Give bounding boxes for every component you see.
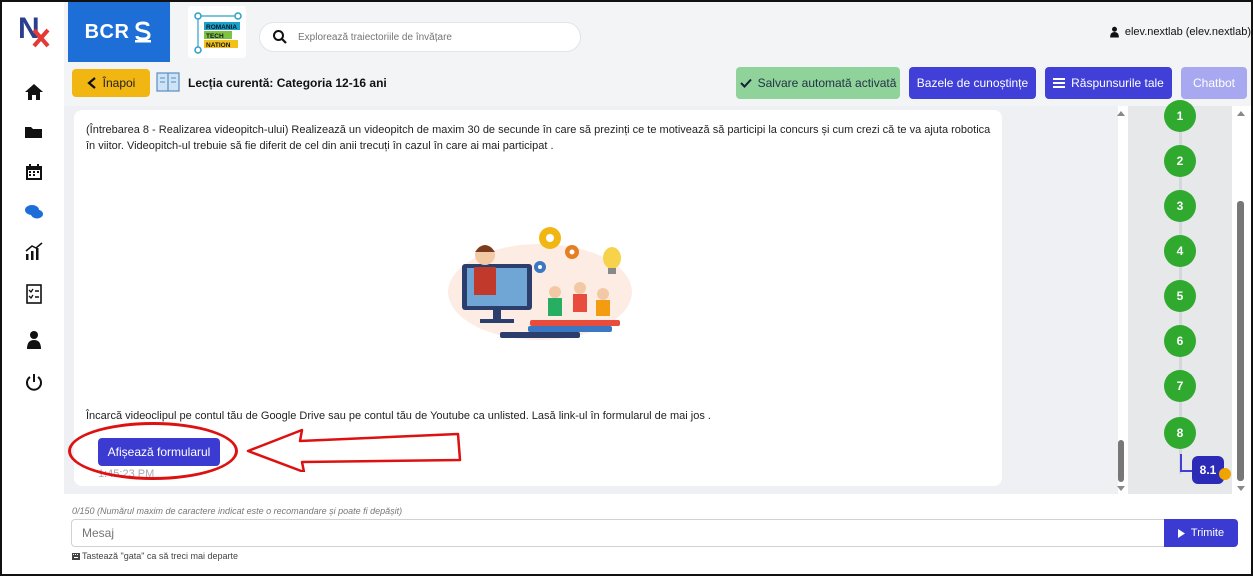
svg-text:N: N [18, 12, 40, 45]
message-input[interactable] [71, 519, 1164, 547]
user-avatar-icon [1109, 26, 1119, 38]
search-input[interactable] [298, 31, 568, 43]
open-book-icon [156, 72, 180, 92]
page-scroll-down-icon[interactable] [1234, 484, 1248, 494]
step-6[interactable]: 6 [1164, 325, 1196, 357]
question-text: (Întrebarea 8 - Realizarea videopitch-ul… [86, 124, 991, 152]
user-icon[interactable] [22, 328, 46, 352]
lesson-title: Lecția curentă: Categoria 12-16 ani [188, 76, 387, 90]
send-button[interactable]: Trimite [1164, 519, 1238, 547]
nextlab-logo[interactable]: N [16, 8, 50, 48]
keyboard-tip-text: Tastează "gata" ca să treci mai departe [82, 551, 238, 561]
scroll-down-icon[interactable] [1114, 484, 1128, 494]
character-hint: 0/150 (Numărul maxim de caractere indica… [72, 506, 403, 516]
your-answers-label: Răspunsurile tale [1071, 76, 1164, 90]
rtn-line-3: NATION [206, 42, 231, 49]
lesson-toolbar: Înapoi Lecția curentă: Categoria 12-16 a… [64, 62, 1251, 106]
knowledge-base-button[interactable]: Bazele de cunoștințe [909, 67, 1036, 99]
step-3[interactable]: 3 [1164, 190, 1196, 222]
step-8[interactable]: 8 [1164, 417, 1196, 449]
back-label: Înapoi [102, 76, 136, 90]
learning-illustration [448, 227, 632, 340]
keyboard-tip: Tastează "gata" ca să treci mai departe [72, 551, 238, 561]
step-5[interactable]: 5 [1164, 280, 1196, 312]
user-label: elev.nextlab (elev.nextlab) [1124, 26, 1251, 38]
keyboard-icon [72, 552, 80, 560]
knowledge-base-label: Bazele de cunoștințe [916, 76, 1029, 90]
scroll-up-icon[interactable] [1114, 108, 1128, 118]
annotation-circle [68, 422, 238, 480]
user-menu[interactable]: elev.nextlab (elev.nextlab) [1109, 26, 1251, 38]
search-box[interactable] [259, 22, 581, 52]
list-icon [1053, 78, 1066, 88]
play-icon [1177, 528, 1185, 538]
brand-label: BCR [84, 20, 130, 43]
bcr-s-icon [135, 21, 152, 43]
folder-icon[interactable] [22, 120, 46, 144]
sidebar: N [2, 2, 64, 574]
step-2[interactable]: 2 [1164, 145, 1196, 177]
page-scrollbar-thumb[interactable] [1237, 201, 1244, 481]
your-answers-button[interactable]: Răspunsurile tale [1045, 67, 1172, 99]
bcr-logo[interactable]: BCR [68, 2, 170, 62]
stats-icon[interactable] [22, 240, 46, 264]
chevron-left-icon [86, 77, 96, 89]
annotation-arrow [246, 428, 462, 472]
step-4[interactable]: 4 [1164, 235, 1196, 267]
back-button[interactable]: Înapoi [72, 69, 150, 97]
romania-tech-nation-logo[interactable]: ROMANIA TECH NATION [188, 6, 246, 58]
chatbot-label: Chatbot [1192, 76, 1236, 90]
checklist-icon[interactable] [22, 282, 46, 306]
home-icon[interactable] [22, 80, 46, 104]
search-icon [273, 30, 287, 44]
top-bar: BCR ROMANIA TECH NATION elev.nextlab (el… [64, 2, 1251, 62]
autosave-button[interactable]: Salvare automată activată [736, 67, 900, 99]
send-label: Trimite [1190, 527, 1225, 539]
page-scrollbar[interactable] [1234, 106, 1248, 496]
rtn-line-1: ROMANIA [206, 24, 237, 31]
progress-rail: 1 2 3 4 5 6 7 8 8.1 [1128, 100, 1232, 494]
power-icon[interactable] [22, 370, 46, 394]
rtn-line-2: TECH [206, 33, 224, 40]
chat-scrollbar[interactable] [1114, 106, 1128, 496]
autosave-label: Salvare automată activată [757, 76, 897, 90]
step-7[interactable]: 7 [1164, 370, 1196, 402]
step-1[interactable]: 1 [1164, 100, 1196, 132]
chat-icon[interactable] [22, 200, 46, 224]
upload-instructions: Încarcă videoclipul pe contul tău de Goo… [86, 410, 711, 422]
calendar-icon[interactable] [22, 160, 46, 184]
chat-scrollbar-thumb[interactable] [1118, 440, 1124, 482]
chatbot-button[interactable]: Chatbot [1181, 67, 1247, 99]
check-icon [739, 78, 752, 88]
page-scroll-up-icon[interactable] [1234, 108, 1248, 118]
pending-badge-icon [1219, 468, 1231, 480]
